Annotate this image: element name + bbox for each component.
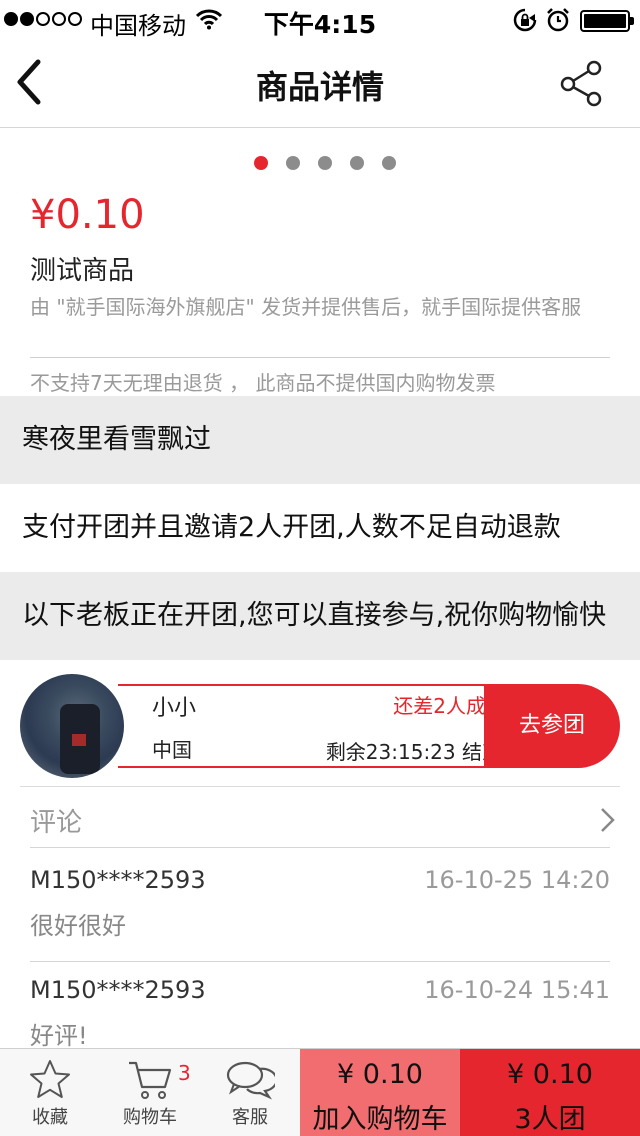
divider xyxy=(30,961,610,962)
group-card: 小小 还差2人成团 中国 剩余23:15:23 结束 xyxy=(118,684,520,768)
add-cart-price: ¥ 0.10 xyxy=(337,1059,423,1090)
leader-name: 小小 xyxy=(152,696,197,721)
share-icon xyxy=(560,60,602,107)
ongoing-groups-band: 以下老板正在开团,您可以直接参与,祝你购物愉快 xyxy=(0,572,640,660)
product-name: 测试商品 xyxy=(30,256,135,286)
divider xyxy=(30,847,610,848)
back-arrow-icon xyxy=(17,59,41,105)
bottom-toolbar: 收藏 3 购物车 客服 ¥ 0.10 加入购物车 ¥ 0.10 3人团 xyxy=(0,1048,640,1136)
group-buy-button[interactable]: ¥ 0.10 3人团 xyxy=(460,1049,640,1136)
page-title: 商品详情 xyxy=(255,68,384,106)
back-button[interactable] xyxy=(10,58,60,110)
reviews-title: 评论 xyxy=(30,808,83,838)
pager-dot[interactable] xyxy=(286,156,300,170)
product-detail-page: 中国移动 下午4:15 商品详情 ¥0.10 测试商品 由 "就手国际海外旗舰店… xyxy=(0,0,640,1136)
seller-note: 由 "就手国际海外旗舰店" 发货并提供售后，就手国际提供客服 xyxy=(30,295,582,319)
remaining-time: 剩余23:15:23 结束 xyxy=(325,740,502,764)
divider xyxy=(30,357,610,358)
share-button[interactable] xyxy=(556,58,612,110)
add-cart-label: 加入购物车 xyxy=(312,1104,448,1135)
review-user: M150****2593 xyxy=(30,866,206,894)
chevron-right-icon xyxy=(598,806,618,838)
cart-button[interactable]: 3 购物车 xyxy=(100,1049,200,1136)
group-buy-label: 3人团 xyxy=(514,1104,586,1135)
divider xyxy=(20,786,620,787)
cart-icon xyxy=(129,1061,172,1099)
pager-dot[interactable] xyxy=(382,156,396,170)
add-to-cart-button[interactable]: ¥ 0.10 加入购物车 xyxy=(300,1049,460,1136)
favorite-button[interactable]: 收藏 xyxy=(0,1049,100,1136)
review-time: 16-10-24 15:41 xyxy=(424,976,610,1004)
product-price: ¥0.10 xyxy=(30,192,145,238)
status-clock: 下午4:15 xyxy=(263,10,377,39)
review-text: 好评! xyxy=(30,1022,88,1050)
cart-label: 购物车 xyxy=(123,1107,177,1128)
battery-icon xyxy=(580,10,634,32)
group-rule-band: 支付开团并且邀请2人开团,人数不足自动退款 xyxy=(0,484,640,572)
pager-dot[interactable] xyxy=(254,156,268,170)
group-buy-price: ¥ 0.10 xyxy=(507,1059,593,1090)
review-item: M150****2593 16-10-25 14:20 很好很好 xyxy=(30,866,610,976)
rotation-lock-icon xyxy=(513,8,537,36)
tagline-band: 寒夜里看雪飘过 xyxy=(0,396,640,484)
cart-count-badge: 3 xyxy=(178,1061,191,1085)
group-row: 小小 还差2人成团 中国 剩余23:15:23 结束 去参团 xyxy=(20,674,620,778)
reviews-header[interactable]: 评论 xyxy=(0,788,640,848)
alarm-icon xyxy=(546,8,570,36)
status-bar: 中国移动 下午4:15 xyxy=(0,0,640,40)
chat-bubbles-icon xyxy=(226,1061,275,1100)
pager-dot[interactable] xyxy=(350,156,364,170)
nav-bar: 商品详情 xyxy=(0,40,640,128)
avatar xyxy=(20,674,124,778)
star-icon xyxy=(30,1060,70,1098)
favorite-label: 收藏 xyxy=(32,1107,68,1128)
service-label: 客服 xyxy=(232,1107,268,1128)
policy-note: 不支持7天无理由退货 ， 此商品不提供国内购物发票 xyxy=(30,371,496,395)
review-time: 16-10-25 14:20 xyxy=(424,866,610,894)
leader-region: 中国 xyxy=(152,738,192,762)
carousel-pager[interactable] xyxy=(0,156,640,170)
review-text: 很好很好 xyxy=(30,912,126,940)
pager-dot[interactable] xyxy=(318,156,332,170)
customer-service-button[interactable]: 客服 xyxy=(200,1049,300,1136)
join-group-button[interactable]: 去参团 xyxy=(484,684,620,768)
review-user: M150****2593 xyxy=(30,976,206,1004)
